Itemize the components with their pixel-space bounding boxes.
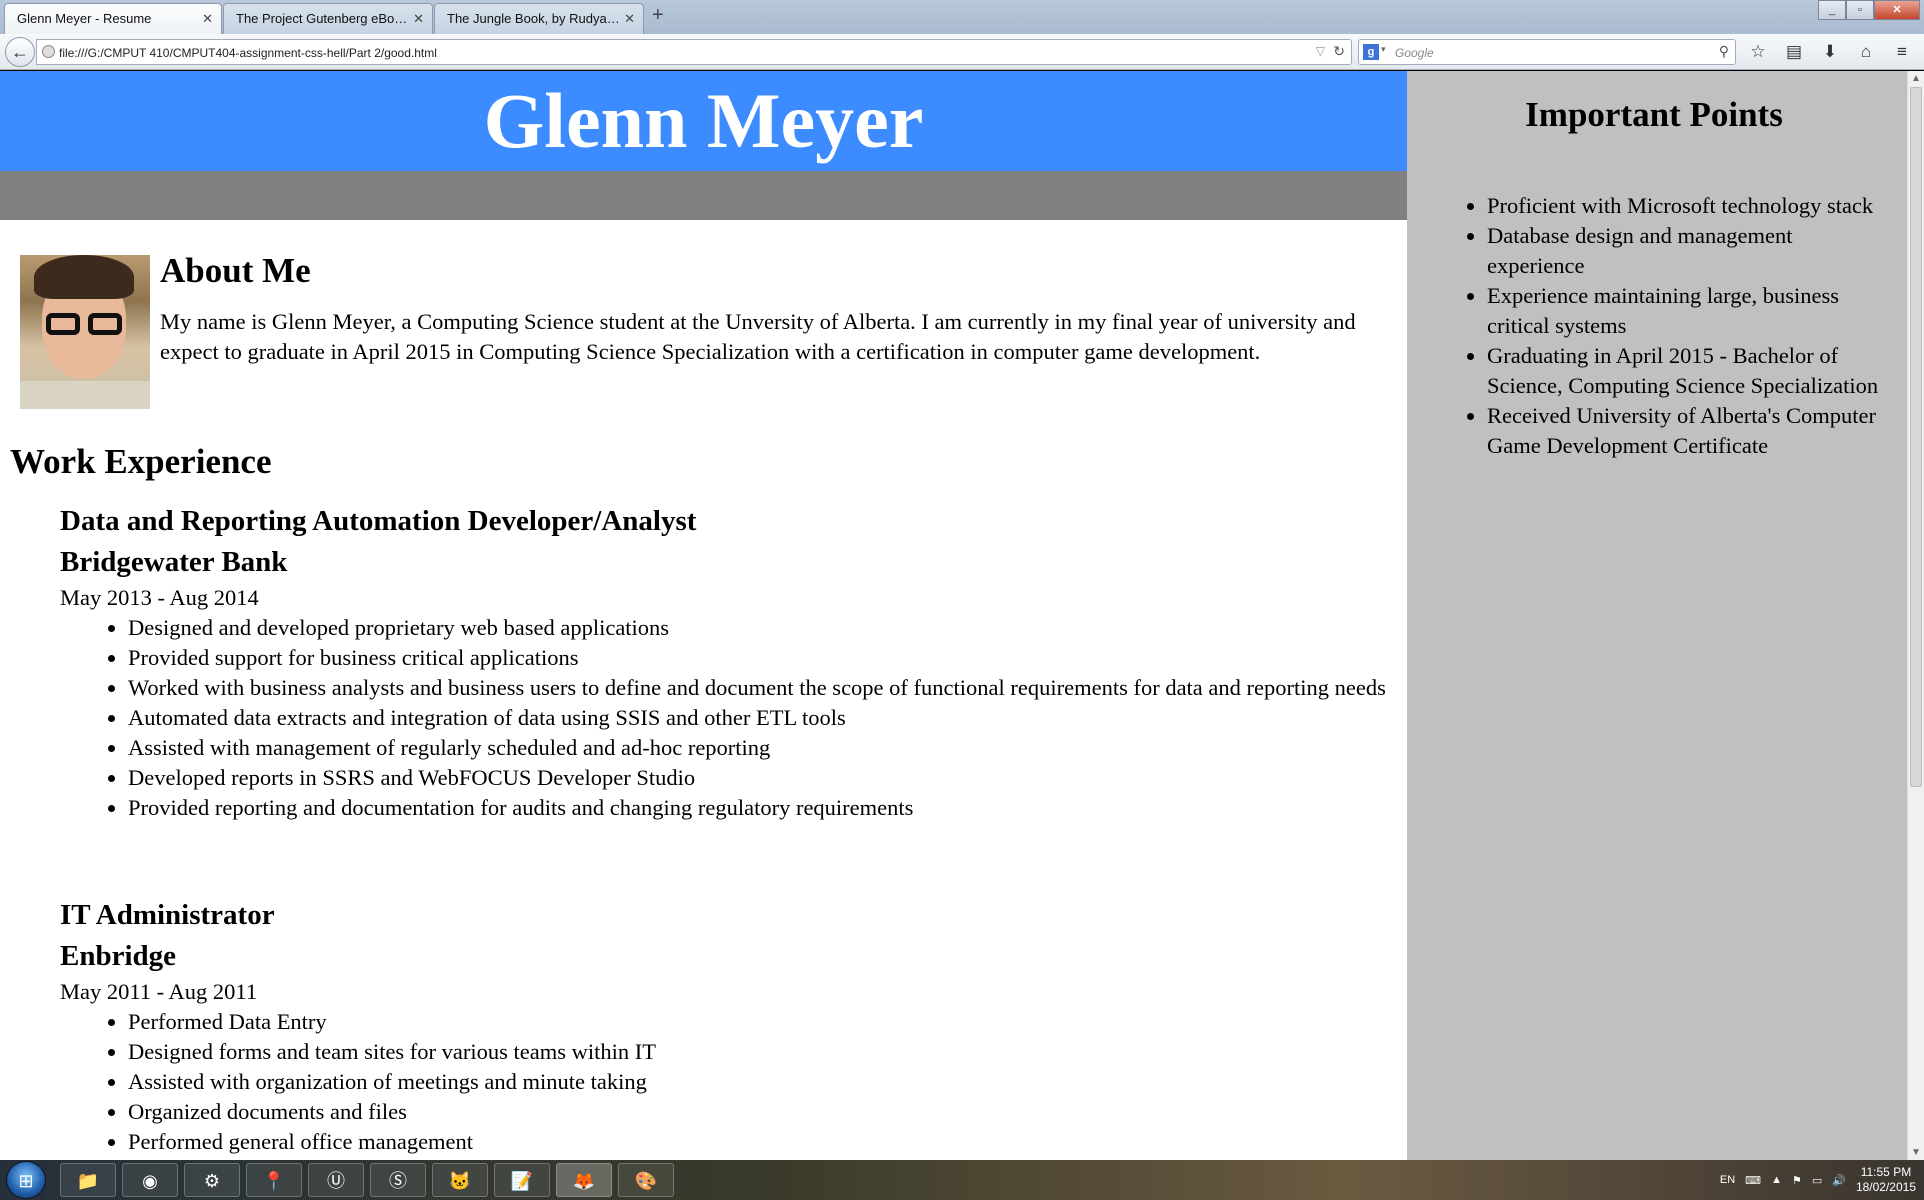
list-item: Assisted with organization of meetings a…: [128, 1067, 1388, 1097]
window-controls: _ ▫ ✕: [1818, 0, 1920, 20]
close-icon[interactable]: ✕: [413, 11, 424, 27]
firefox-icon[interactable]: 🦊: [556, 1163, 612, 1197]
search-engine-dropdown-icon[interactable]: ▾: [1381, 44, 1386, 55]
list-item: Designed and developed proprietary web b…: [128, 613, 1388, 643]
skype-icon[interactable]: Ⓢ: [370, 1163, 426, 1197]
list-item: Experience maintaining large, business c…: [1487, 281, 1887, 341]
list-item: Graduating in April 2015 - Bachelor of S…: [1487, 341, 1887, 401]
tab-resume[interactable]: Glenn Meyer - Resume ✕: [4, 3, 222, 34]
start-button[interactable]: ⊞: [6, 1161, 46, 1199]
close-icon[interactable]: ✕: [202, 11, 213, 27]
vertical-scrollbar[interactable]: ▲ ▼: [1907, 71, 1924, 1160]
volume-icon[interactable]: 🔊: [1832, 1174, 1846, 1187]
tab-strip: Glenn Meyer - Resume ✕ The Project Guten…: [0, 0, 1924, 34]
list-item: Worked with business analysts and busine…: [128, 673, 1388, 703]
tab-gutenberg[interactable]: The Project Gutenberg eBook o... ✕: [223, 3, 433, 34]
sidebar: Important Points Proficient with Microso…: [1407, 71, 1907, 1160]
sidebar-heading: Important Points: [1525, 95, 1783, 134]
about-heading: About Me: [160, 251, 311, 290]
scroll-thumb[interactable]: [1910, 87, 1922, 787]
paint-icon[interactable]: 🎨: [618, 1163, 674, 1197]
keyboard-icon[interactable]: ⌨: [1745, 1174, 1761, 1187]
list-item: Provided support for business critical a…: [128, 643, 1388, 673]
list-item: Performed general office management: [128, 1127, 1388, 1157]
list-item: Proficient with Microsoft technology sta…: [1487, 191, 1887, 221]
system-tray: EN ⌨ ▲ ⚑ ▭ 🔊 11:55 PM 18/02/2015: [1720, 1164, 1916, 1196]
list-item: Provided reporting and documentation for…: [128, 793, 1388, 823]
scroll-up-icon[interactable]: ▲: [1911, 73, 1921, 84]
new-tab-button[interactable]: +: [652, 4, 664, 27]
list-item: Received University of Alberta's Compute…: [1487, 401, 1887, 461]
job-company: Bridgewater Bank: [60, 546, 288, 578]
network-icon[interactable]: ▭: [1812, 1174, 1822, 1187]
home-icon[interactable]: ⌂: [1852, 40, 1880, 64]
header-divider-band: [0, 171, 1407, 220]
about-text: My name is Glenn Meyer, a Computing Scie…: [160, 309, 1356, 364]
work-experience-heading: Work Experience: [10, 442, 272, 481]
taskbar: ⊞ 📁 ◉ ⚙ 📍 Ⓤ Ⓢ 🐱 📝 🦊 🎨 EN ⌨ ▲ ⚑ ▭ 🔊 11:55…: [0, 1160, 1924, 1200]
tab-title: The Project Gutenberg eBook o...: [236, 11, 411, 26]
main-column: Glenn Meyer About Me My name is Glenn Me…: [0, 71, 1407, 1160]
reload-icon[interactable]: ↻: [1333, 43, 1345, 60]
tab-title: The Jungle Book, by Rudyard K...: [447, 11, 622, 26]
tab-jungle-book[interactable]: The Jungle Book, by Rudyard K... ✕: [434, 3, 644, 34]
search-placeholder: Google: [1395, 46, 1434, 60]
menu-icon[interactable]: ≡: [1888, 40, 1916, 64]
page-viewport: Glenn Meyer About Me My name is Glenn Me…: [0, 71, 1907, 1160]
show-hidden-icons-icon[interactable]: ▲: [1771, 1174, 1782, 1186]
bookmark-star-icon[interactable]: ☆: [1744, 40, 1772, 64]
list-item: Database design and management experienc…: [1487, 221, 1887, 281]
clock[interactable]: 11:55 PM 18/02/2015: [1856, 1165, 1916, 1195]
job-company: Enbridge: [60, 940, 177, 972]
job-entry: Data and Reporting Automation Developer/…: [60, 501, 1386, 823]
list-item: Organized documents and files: [128, 1097, 1388, 1127]
github-icon[interactable]: 🐱: [432, 1163, 488, 1197]
url-text: file:///G:/CMPUT 410/CMPUT404-assignment…: [59, 46, 437, 60]
reading-list-icon[interactable]: ▤: [1780, 40, 1808, 64]
chrome-icon[interactable]: ◉: [122, 1163, 178, 1197]
clock-time: 11:55 PM: [1860, 1165, 1912, 1179]
important-points-list: Proficient with Microsoft technology sta…: [1487, 191, 1887, 461]
scroll-down-icon[interactable]: ▼: [1911, 1147, 1921, 1158]
list-item: Performed Data Entry: [128, 1007, 1388, 1037]
page-title: Glenn Meyer: [483, 77, 924, 164]
header-banner: Glenn Meyer: [0, 71, 1407, 171]
job-entry: IT Administrator Enbridge May 2011 - Aug…: [60, 895, 1380, 1157]
job-duties-list: Performed Data Entry Designed forms and …: [128, 1007, 1380, 1157]
back-icon[interactable]: ←: [5, 37, 35, 67]
list-item: Assisted with management of regularly sc…: [128, 733, 1388, 763]
windows-explorer-icon[interactable]: 📁: [60, 1163, 116, 1197]
uplay-icon[interactable]: Ⓤ: [308, 1163, 364, 1197]
list-item: Developed reports in SSRS and WebFOCUS D…: [128, 763, 1388, 793]
globe-icon: [42, 45, 55, 58]
navigation-bar: ← file:///G:/CMPUT 410/CMPUT404-assignme…: [0, 34, 1924, 70]
download-icon[interactable]: ⬇: [1816, 40, 1844, 64]
clock-date: 18/02/2015: [1855, 1180, 1916, 1194]
search-icon[interactable]: ⚲: [1719, 43, 1729, 60]
tab-title: Glenn Meyer - Resume: [17, 11, 152, 26]
url-bar[interactable]: file:///G:/CMPUT 410/CMPUT404-assignment…: [36, 39, 1352, 65]
list-item: Automated data extracts and integration …: [128, 703, 1388, 733]
job-role: Data and Reporting Automation Developer/…: [60, 505, 697, 537]
close-window-button[interactable]: ✕: [1874, 0, 1920, 20]
job-duties-list: Designed and developed proprietary web b…: [128, 613, 1386, 823]
search-input[interactable]: g ▾ Google ⚲: [1358, 39, 1736, 65]
job-role: IT Administrator: [60, 899, 275, 931]
toolbar-icons: ☆ ▤ ⬇ ⌂ ≡: [1744, 40, 1916, 64]
maximize-button[interactable]: ▫: [1846, 0, 1874, 20]
job-dates: May 2013 - Aug 2014: [60, 585, 259, 610]
profile-photo: [20, 255, 150, 409]
language-indicator[interactable]: EN: [1720, 1174, 1735, 1186]
job-dates: May 2011 - Aug 2011: [60, 979, 258, 1004]
notepad-icon[interactable]: 📝: [494, 1163, 550, 1197]
url-dropdown-icon[interactable]: ▽: [1316, 44, 1325, 58]
steam-icon[interactable]: ⚙: [184, 1163, 240, 1197]
flag-icon[interactable]: ⚑: [1792, 1174, 1802, 1187]
close-icon[interactable]: ✕: [624, 11, 635, 27]
minimize-button[interactable]: _: [1818, 0, 1846, 20]
list-item: Designed forms and team sites for variou…: [128, 1037, 1388, 1067]
google-icon[interactable]: g: [1363, 44, 1379, 60]
maps-icon[interactable]: 📍: [246, 1163, 302, 1197]
